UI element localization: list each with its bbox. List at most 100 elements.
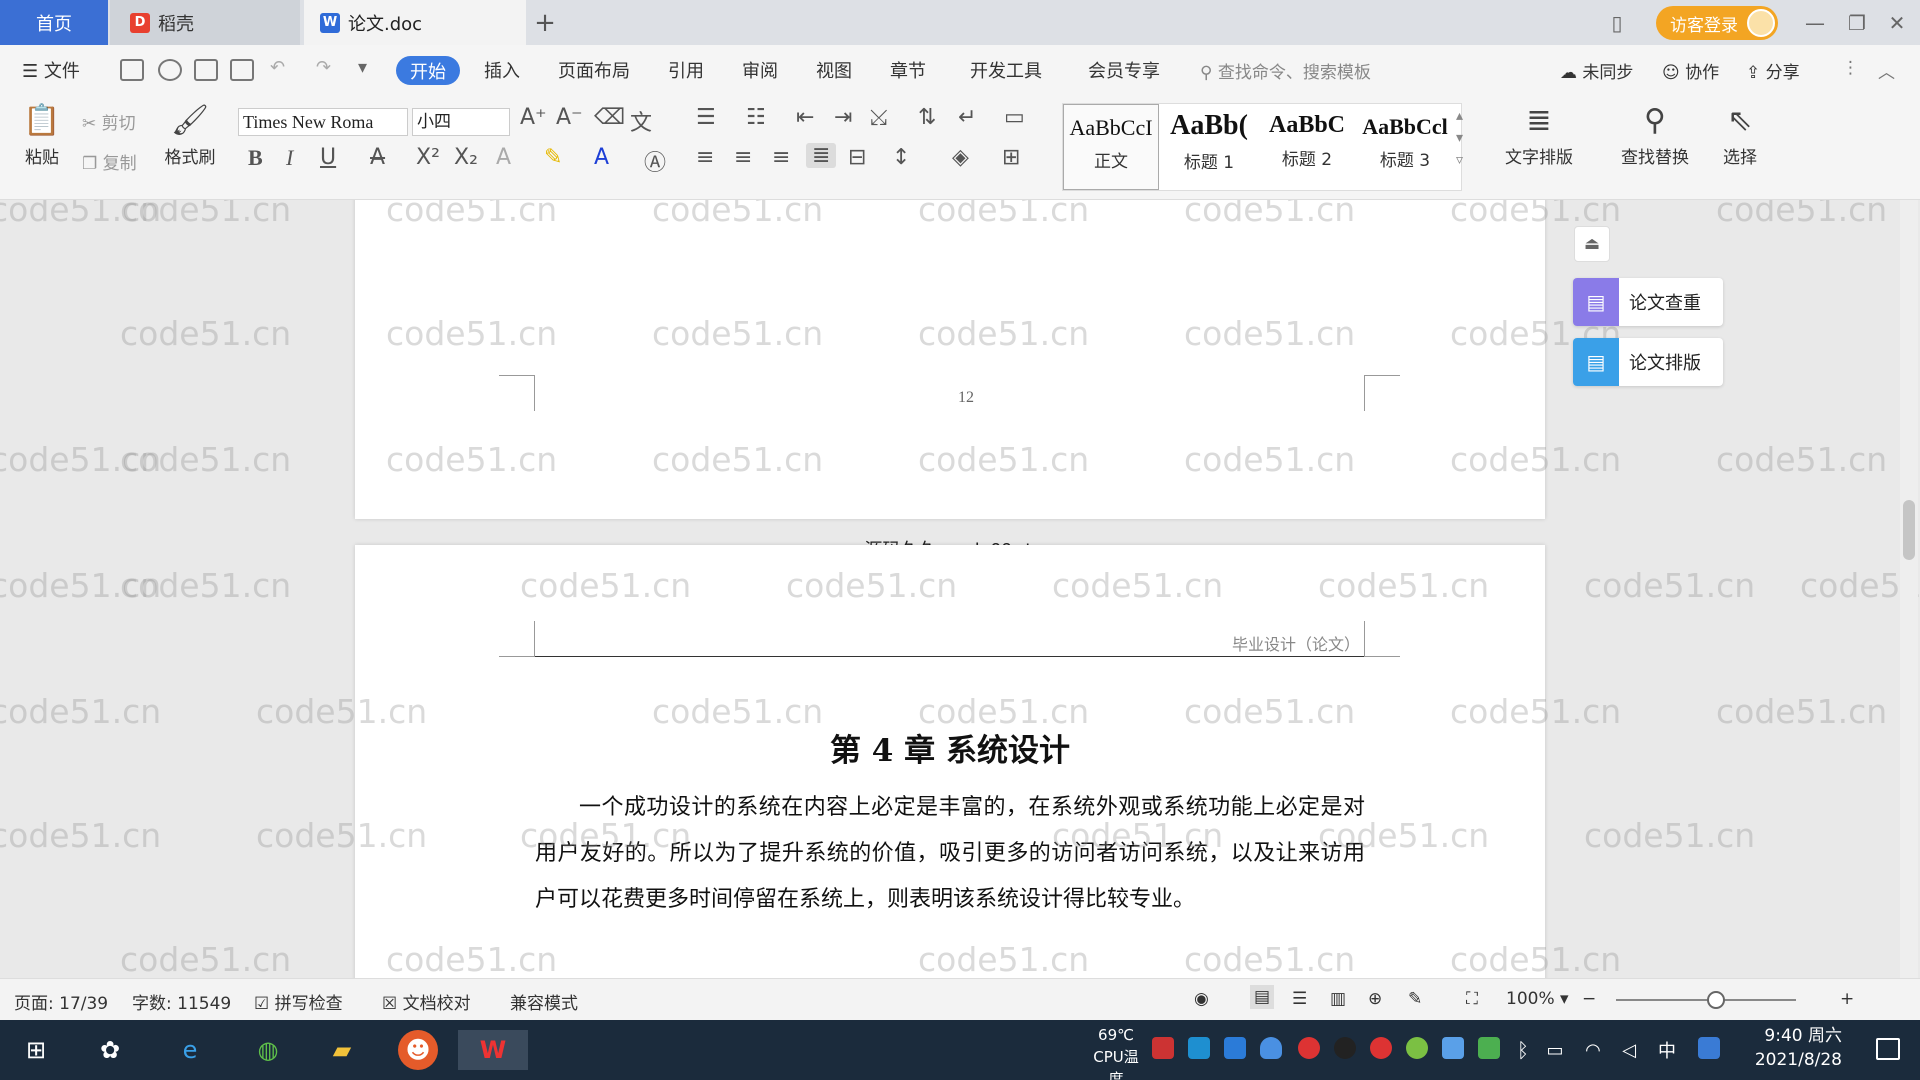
save-icon[interactable] [120, 59, 144, 81]
collaborate-button[interactable]: ☺ 协作 [1662, 58, 1719, 83]
fit-page-icon[interactable]: ⛶ [1466, 989, 1478, 1009]
superscript-icon[interactable]: X² [416, 145, 440, 170]
shading-icon[interactable]: ◈ [952, 145, 969, 170]
spell-check-button[interactable]: ☑ 拼写检查 [254, 989, 343, 1014]
word-count[interactable]: 字数: 11549 [132, 989, 231, 1014]
underline-icon[interactable]: U [320, 145, 336, 170]
export-icon[interactable] [158, 59, 182, 81]
chinese-layout-icon[interactable]: ⤩ [870, 105, 888, 130]
tab-member[interactable]: 会员专享 [1088, 57, 1160, 83]
ie-browser-icon[interactable]: e [170, 1030, 210, 1070]
qq-icon[interactable] [1334, 1037, 1356, 1059]
bold-icon[interactable]: B [248, 145, 263, 171]
new-tab-button[interactable]: + [530, 8, 560, 38]
highlight-icon[interactable]: ✎ [544, 145, 562, 170]
pinwheel-app-icon[interactable]: ✿ [90, 1030, 130, 1070]
file-explorer-icon[interactable]: ▰ [322, 1030, 362, 1070]
vertical-scrollbar[interactable] [1900, 200, 1918, 978]
increase-indent-icon[interactable]: ⇥ [834, 105, 852, 130]
subscript-icon[interactable]: X₂ [454, 145, 478, 170]
tab-references[interactable]: 引用 [668, 57, 704, 83]
guest-login-button[interactable]: 访客登录 [1656, 6, 1778, 40]
layout-switch-icon[interactable]: ▯ [1600, 6, 1634, 40]
style-heading-2[interactable]: AaBbC 标题 2 [1259, 104, 1355, 190]
phonetic-icon[interactable]: 文 [630, 105, 652, 137]
italic-icon[interactable]: I [286, 145, 293, 171]
zoom-in-icon[interactable]: + [1840, 989, 1854, 1009]
outline-view-icon[interactable]: ☰ [1292, 989, 1307, 1009]
restore-icon[interactable]: ❐ [1840, 6, 1874, 40]
command-search[interactable]: ⚲ 查找命令、搜索模板 [1200, 58, 1371, 83]
read-view-icon[interactable]: ▥ [1330, 989, 1346, 1009]
share-button[interactable]: ⇪ 分享 [1746, 58, 1800, 83]
tray-app-icon[interactable] [1298, 1037, 1320, 1059]
tray-app-icon[interactable] [1442, 1037, 1464, 1059]
font-size-select[interactable]: 小四 [412, 108, 510, 136]
char-border-icon[interactable]: Ⓐ [644, 145, 666, 177]
tab-docer[interactable]: D 稻壳 [110, 0, 300, 45]
tab-review[interactable]: 审阅 [742, 57, 778, 83]
style-scroll-icon[interactable]: ▴ ▾ ▿ [1456, 105, 1463, 171]
web-view-icon[interactable]: ⊕ [1368, 989, 1382, 1009]
tray-app-icon[interactable] [1224, 1037, 1246, 1059]
more-icon[interactable]: ⋮ [1842, 58, 1859, 78]
cpu-temp-widget[interactable]: 69℃ CPU温度 [1086, 1024, 1146, 1080]
battery-icon[interactable]: ▭ [1542, 1030, 1568, 1070]
tray-app-icon[interactable] [1370, 1037, 1392, 1059]
text-layout-button[interactable]: ≣ 文字排版 [1494, 99, 1584, 168]
copy-button[interactable]: ❐ 复制 [82, 149, 137, 174]
print-preview-icon[interactable] [230, 59, 254, 81]
nvidia-icon[interactable] [1478, 1037, 1500, 1059]
scrollbar-thumb[interactable] [1903, 500, 1915, 560]
wifi-icon[interactable]: ◠ [1580, 1030, 1606, 1070]
volume-icon[interactable]: ◁ [1616, 1030, 1642, 1070]
font-name-select[interactable]: Times New Roma [238, 108, 408, 136]
page-view-icon[interactable]: ▤ [1250, 985, 1275, 1009]
text-effect-icon[interactable]: A [496, 145, 511, 170]
tab-document[interactable]: W 论文.doc [304, 0, 526, 45]
side-panel-collapse-icon[interactable]: ⏏ [1574, 226, 1610, 262]
zoom-slider[interactable] [1616, 999, 1796, 1001]
font-color-icon[interactable]: A [594, 145, 609, 170]
tab-home[interactable]: 首页 [0, 0, 108, 45]
zoom-out-icon[interactable]: − [1582, 989, 1596, 1009]
select-button[interactable]: ⇖ 选择 [1710, 99, 1770, 168]
page-indicator[interactable]: 页面: 17/39 [14, 989, 108, 1014]
style-normal[interactable]: AaBbCcI 正文 [1063, 104, 1159, 190]
distribute-icon[interactable]: ⊟ [848, 145, 866, 170]
file-menu[interactable]: ☰ 文件 [22, 57, 80, 83]
line-spacing-icon[interactable]: ↕ [892, 145, 910, 170]
minimize-icon[interactable]: — [1798, 6, 1832, 40]
sort-icon[interactable]: ⇅ [918, 105, 936, 130]
eye-protect-icon[interactable]: ◉ [1194, 989, 1209, 1009]
wps-app-icon[interactable]: W [458, 1030, 528, 1070]
page-12[interactable] [355, 200, 1545, 519]
write-view-icon[interactable]: ✎ [1408, 989, 1422, 1009]
justify-icon[interactable]: ≣ [806, 143, 837, 168]
decrease-indent-icon[interactable]: ⇤ [796, 105, 814, 130]
undo-icon[interactable]: ↶ [270, 57, 285, 78]
strikethrough-icon[interactable]: A [370, 145, 385, 170]
paper-check-button[interactable]: ▤ 论文查重 [1573, 278, 1723, 326]
numbered-list-icon[interactable]: ☷ [746, 105, 766, 130]
zoom-slider-handle[interactable] [1707, 991, 1725, 1009]
align-right-icon[interactable]: ≡ [772, 145, 790, 170]
style-heading-3[interactable]: AaBbCcl 标题 3 [1357, 104, 1453, 190]
collapse-ribbon-icon[interactable]: ︿ [1878, 58, 1895, 83]
system-clock[interactable]: 9:40 周六 2021/8/28 [1755, 1024, 1842, 1072]
qq-browser-icon[interactable] [1698, 1037, 1720, 1059]
tray-app-icon[interactable] [1188, 1037, 1210, 1059]
paste-button[interactable]: 📋 粘贴 [14, 99, 70, 168]
tab-page-layout[interactable]: 页面布局 [558, 57, 630, 83]
bullet-list-icon[interactable]: ☰ [696, 105, 716, 130]
windows-start-icon[interactable]: ⊞ [16, 1030, 56, 1070]
bluetooth-icon[interactable]: ᛒ [1510, 1030, 1536, 1070]
find-replace-button[interactable]: ⚲ 查找替换 [1610, 99, 1700, 168]
browser-icon[interactable]: ◍ [248, 1030, 288, 1070]
tray-app-icon[interactable] [1152, 1037, 1174, 1059]
format-painter-button[interactable]: 🖌 格式刷 [160, 99, 220, 168]
align-left-icon[interactable]: ≡ [696, 145, 714, 170]
paper-format-button[interactable]: ▤ 论文排版 [1573, 338, 1723, 386]
tab-view[interactable]: 视图 [816, 57, 852, 83]
tab-home-ribbon[interactable]: 开始 [396, 56, 460, 85]
